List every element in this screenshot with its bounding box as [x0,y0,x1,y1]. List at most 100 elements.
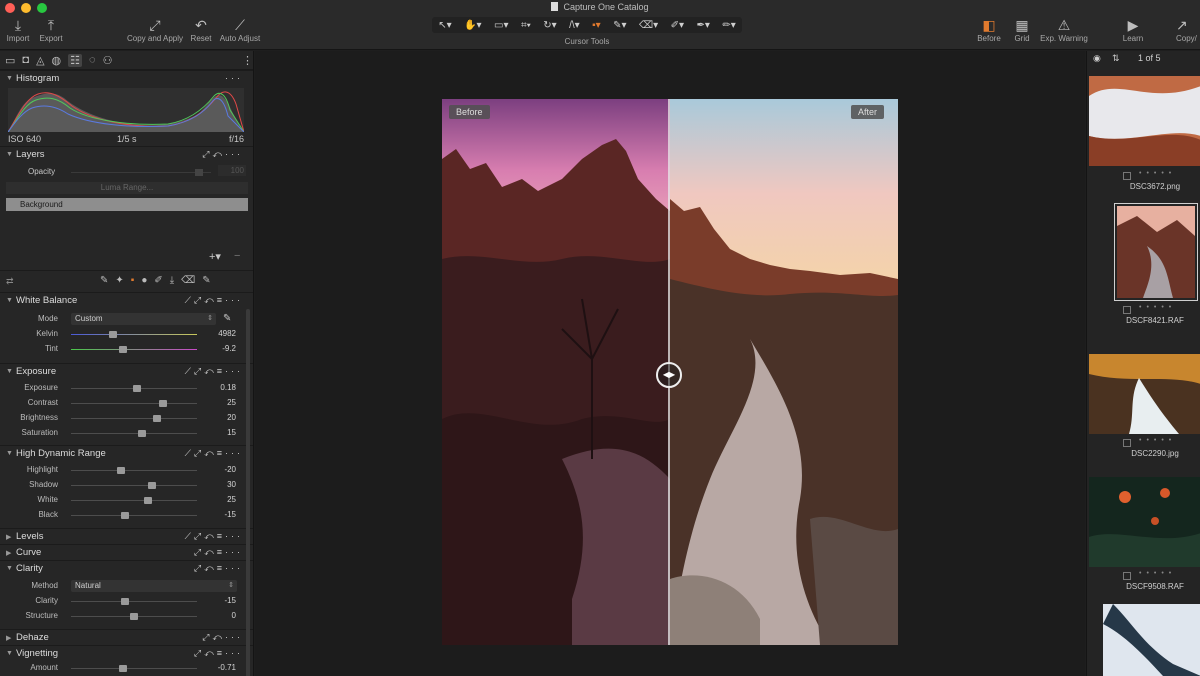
exposure-value[interactable]: 0.18 [200,383,236,392]
thumbnail[interactable] [1103,604,1200,676]
heal-icon[interactable]: ✒▾ [697,20,710,31]
adjustments-tab-icon[interactable]: ⚇ [103,54,113,67]
tint-value[interactable]: -9.2 [200,344,236,353]
amount-slider[interactable] [71,665,197,672]
crop-icon[interactable]: ⌗▾ [521,20,531,31]
exposure-header[interactable]: ▼ Exposure ⟋⤢↶≡··· [0,363,253,379]
more-icon[interactable]: ··· [225,73,243,83]
more-icon[interactable]: ⋮ [242,54,253,67]
exposure-slider[interactable] [71,385,197,392]
shadow-value[interactable]: 30 [200,480,236,489]
highlight-knob[interactable] [117,467,126,474]
contrast-slider[interactable] [71,400,197,407]
camera-tab-icon[interactable]: ◘ [22,54,29,66]
exp-warning-button[interactable]: ⚠ Exp. Warning [1037,16,1091,43]
highlight-slider[interactable] [71,467,197,474]
saturation-value[interactable]: 15 [200,428,236,437]
clarity-actions[interactable]: ⤢↶≡··· [194,563,243,574]
eraser-icon[interactable]: ⌫▾ [639,20,658,31]
thumbnail[interactable] [1089,477,1200,567]
kelvin-knob[interactable] [108,331,117,338]
before-after-image[interactable]: Before After ◀▶ [442,99,898,645]
brightness-slider[interactable] [71,415,197,422]
copy-cut-button[interactable]: ↗ Copy/ [1176,16,1200,43]
before-button[interactable]: ◧ Before [974,16,1004,43]
folder-tab-icon[interactable]: ▭ [5,54,15,67]
contrast-value[interactable]: 25 [200,398,236,407]
brightness-knob[interactable] [152,415,161,422]
exposure-tab-icon[interactable]: ☷ [68,53,83,67]
curve-actions[interactable]: ⤢↶≡··· [194,547,243,558]
black-value[interactable]: -15 [200,510,236,519]
levels-header[interactable]: ▶ Levels ⟋⤢↶≡··· [0,528,253,544]
black-slider[interactable] [71,512,197,519]
tools-scrollbar[interactable] [246,309,250,676]
kelvin-value[interactable]: 4982 [200,329,236,338]
white-balance-actions[interactable]: ⟋⤢↶≡··· [185,295,243,306]
gradient-mask-icon[interactable]: ▪ [131,275,142,286]
auto-adjust-button[interactable]: ⟋ Auto Adjust [217,16,263,43]
reset-button[interactable]: ↶ Reset [189,16,213,43]
select-checkbox[interactable] [1123,306,1131,314]
highlight-value[interactable]: -20 [200,465,236,474]
curve-header[interactable]: ▶ Curve ⤢↶≡··· [0,544,253,560]
rating-stars[interactable]: ••••• [1139,437,1176,444]
thumbnail-selected[interactable] [1114,203,1198,301]
opacity-knob[interactable] [195,169,203,176]
black-knob[interactable] [121,512,130,519]
vignetting-header[interactable]: ▼ Vignetting ⤢↶≡··· [0,645,253,661]
brightness-value[interactable]: 20 [200,413,236,422]
clarity-value[interactable]: -15 [200,596,236,605]
eyedropper-icon[interactable]: ✎ [223,313,231,324]
amount-value[interactable]: -0.71 [200,663,236,672]
lens-tab-icon[interactable]: ◬ [36,54,44,67]
learn-button[interactable]: ▶ Learn [1118,16,1148,43]
shadow-knob[interactable] [147,482,156,489]
color-tab-icon[interactable]: ◍ [52,54,62,67]
structure-value[interactable]: 0 [200,611,236,620]
vignetting-actions[interactable]: ⤢↶≡··· [194,648,243,659]
structure-slider[interactable] [71,613,197,620]
add-layer-icon[interactable]: +▾ [209,250,221,263]
layers-actions[interactable]: ⤢↶··· [202,149,243,160]
clarity-method-select[interactable]: Natural [71,580,237,592]
sort-icon[interactable]: ⇅ [1112,53,1120,64]
thumbnail[interactable] [1089,76,1200,166]
clarity-header[interactable]: ▼ Clarity ⤢↶≡··· [0,560,253,576]
hdr-actions[interactable]: ⟋⤢↶≡··· [185,448,243,459]
levels-actions[interactable]: ⟋⤢↶≡··· [185,531,243,542]
clarity-knob[interactable] [121,598,130,605]
rating-stars[interactable]: ••••• [1139,304,1176,311]
histogram-header[interactable]: ▼ Histogram ··· [0,70,253,86]
kelvin-slider[interactable] [71,331,197,338]
contrast-knob[interactable] [158,400,167,407]
remove-layer-icon[interactable]: − [234,250,240,262]
white-slider[interactable] [71,497,197,504]
shadow-slider[interactable] [71,482,197,489]
mask-tools-icons[interactable]: ✎✦▪●✐⤓⌫✎ [100,275,218,286]
white-knob[interactable] [143,497,152,504]
amount-knob[interactable] [118,665,127,672]
grid-button[interactable]: ▦ Grid [1010,16,1034,43]
select-checkbox[interactable] [1123,572,1131,580]
swap-icon[interactable]: ⇄ [6,276,14,287]
exposure-knob[interactable] [132,385,141,392]
gradient-icon[interactable]: ✐▾ [671,20,684,31]
hdr-header[interactable]: ▼ High Dynamic Range ⟋⤢↶≡··· [0,445,253,461]
rotate-icon[interactable]: ↻▾ [543,20,556,31]
opacity-slider[interactable] [71,169,211,176]
rating-stars[interactable]: ••••• [1139,570,1176,577]
select-checkbox[interactable] [1123,172,1131,180]
exposure-actions[interactable]: ⟋⤢↶≡··· [185,366,243,377]
wb-mode-select[interactable]: Custom [71,313,216,325]
tint-knob[interactable] [118,346,127,353]
details-tab-icon[interactable]: ◌ [89,54,96,66]
import-button[interactable]: ⤓ Import [6,16,30,43]
rating-stars[interactable]: ••••• [1139,170,1176,177]
clarity-slider[interactable] [71,598,197,605]
saturation-slider[interactable] [71,430,197,437]
select-checkbox[interactable] [1123,439,1131,447]
saturation-knob[interactable] [137,430,146,437]
color-picker-icon[interactable]: ▪▾ [592,20,601,31]
split-handle[interactable]: ◀▶ [656,362,682,388]
